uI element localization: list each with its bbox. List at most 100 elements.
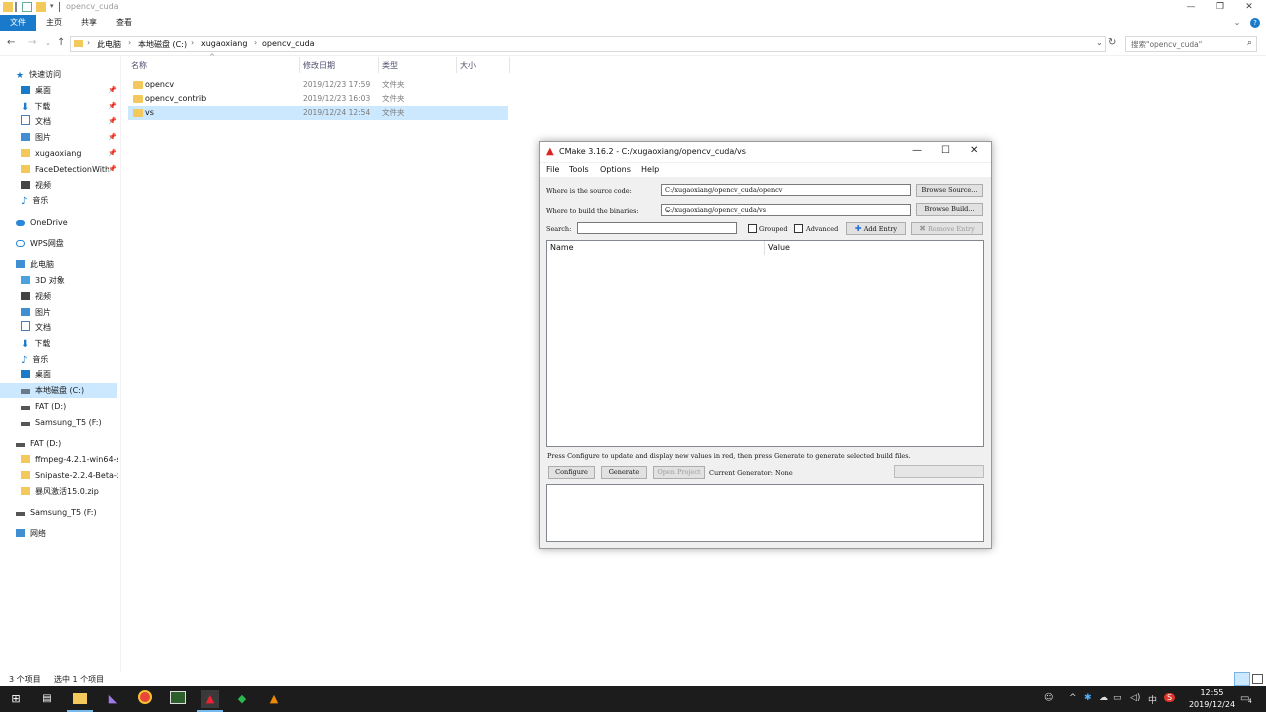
up-icon[interactable]: ↑ [57, 37, 65, 48]
column-separator[interactable] [378, 57, 379, 73]
column-header-name[interactable]: 名称 [131, 60, 147, 71]
nav-quick-xugaoxiang[interactable]: xugaoxiang [21, 146, 81, 161]
menu-tools[interactable]: Tools [569, 165, 589, 174]
back-icon[interactable]: ← [7, 37, 15, 48]
file-row-selected[interactable]: vs 2019/12/24 12:54 文件夹 [128, 106, 508, 120]
open-project-button[interactable]: Open Project [653, 466, 705, 479]
nav-quick-videos[interactable]: 视频 [21, 178, 51, 193]
tab-home[interactable]: 主页 [40, 15, 68, 31]
nav-pc-pictures[interactable]: 图片 [21, 305, 51, 320]
pin-icon[interactable]: 📌 [108, 117, 117, 125]
chevron-right-icon[interactable]: › [128, 38, 131, 47]
nav-quick-music[interactable]: ♪ 音乐 [21, 193, 48, 208]
source-path-input[interactable]: C:/xugaoxiang/opencv_cuda/opencv [661, 184, 911, 196]
nav-wps[interactable]: WPS网盘 [16, 236, 64, 251]
image-viewer-icon[interactable] [169, 690, 187, 708]
chevron-up-icon[interactable]: ^ [1069, 693, 1077, 703]
pin-icon[interactable]: 📌 [108, 133, 117, 141]
breadcrumb-this-pc[interactable]: 此电脑 [97, 39, 121, 50]
vlc-icon[interactable]: ▲ [265, 690, 283, 708]
maximize-button[interactable]: ❐ [1205, 0, 1235, 15]
nav-pc-3d[interactable]: 3D 对象 [21, 273, 65, 288]
generate-button[interactable]: Generate [601, 466, 647, 479]
advanced-checkbox[interactable] [794, 224, 803, 233]
menu-file[interactable]: File [546, 165, 559, 174]
nav-pc-fat[interactable]: FAT (D:) [21, 399, 66, 414]
nav-fat-ffmpeg[interactable]: ffmpeg-4.2.1-win64-s [21, 452, 118, 467]
chevron-right-icon[interactable]: › [254, 38, 257, 47]
nav-fat-zip[interactable]: 暴风激活15.0.zip [21, 484, 99, 499]
nav-samsung[interactable]: Samsung_T5 (F:) [16, 505, 97, 520]
nav-pc-local-disk[interactable]: 本地磁盘 (C:) [0, 383, 117, 398]
clock-time[interactable]: 12:55 [1192, 688, 1232, 697]
tab-file[interactable]: 文件 [0, 15, 36, 31]
refresh-icon[interactable]: ↻ [1108, 37, 1116, 48]
cache-variable-table[interactable]: Name Value [546, 240, 984, 447]
column-separator[interactable] [764, 241, 765, 255]
pin-icon[interactable]: 📌 [108, 149, 117, 157]
volume-icon[interactable]: ◁) [1130, 693, 1140, 703]
chevron-down-icon[interactable]: ⌄ [665, 205, 908, 214]
tab-share[interactable]: 共享 [75, 15, 103, 31]
column-separator[interactable] [299, 57, 300, 73]
nav-quick-documents[interactable]: 文档 [21, 114, 51, 129]
recent-dropdown-icon[interactable]: ⌄ [45, 39, 51, 47]
column-header-date[interactable]: 修改日期 [303, 60, 335, 71]
column-header-name[interactable]: Name [550, 241, 574, 255]
new-folder-icon[interactable] [36, 2, 46, 12]
visual-studio-icon[interactable]: ◣ [104, 690, 122, 708]
pin-icon[interactable]: 📌 [108, 165, 117, 173]
nav-pc-videos[interactable]: 视频 [21, 289, 51, 304]
task-view-icon[interactable]: ▤ [38, 690, 56, 708]
maximize-button[interactable]: ☐ [941, 145, 950, 156]
output-log[interactable] [546, 484, 984, 542]
menu-help[interactable]: Help [641, 165, 659, 174]
person-icon[interactable]: ☺ [1044, 693, 1053, 703]
nav-network[interactable]: 网络 [16, 526, 46, 541]
breadcrumb-xugaoxiang[interactable]: xugaoxiang [201, 39, 247, 48]
expand-ribbon-icon[interactable]: ⌄ [1230, 15, 1244, 31]
nav-fat-drive[interactable]: FAT (D:) [16, 436, 61, 451]
close-button[interactable]: ✕ [1234, 0, 1264, 15]
tab-view[interactable]: 查看 [110, 15, 138, 31]
search-input[interactable]: 搜索"opencv_cuda" ⌕ [1125, 36, 1257, 52]
minimize-button[interactable]: — [912, 145, 922, 156]
large-icons-view-icon[interactable] [1252, 674, 1263, 684]
network-icon[interactable]: ▭ [1113, 693, 1122, 703]
nav-quick-pictures[interactable]: 图片 [21, 130, 51, 145]
column-header-value[interactable]: Value [768, 241, 790, 255]
add-entry-button[interactable]: ✚ Add Entry [846, 222, 906, 235]
breadcrumb-opencv-cuda[interactable]: opencv_cuda [262, 39, 315, 48]
remove-entry-button[interactable]: ✖ Remove Entry [911, 222, 983, 235]
git-icon[interactable]: ◆ [233, 690, 251, 708]
clock-date[interactable]: 2019/12/24 [1186, 700, 1238, 709]
chrome-icon[interactable] [136, 690, 154, 708]
grouped-checkbox[interactable] [748, 224, 757, 233]
address-bar[interactable]: › 此电脑 › 本地磁盘 (C:) › xugaoxiang › opencv_… [70, 36, 1106, 52]
cmake-search-input[interactable] [577, 222, 737, 234]
chevron-right-icon[interactable]: › [87, 38, 90, 47]
app-tray-icon[interactable]: ✱ [1084, 693, 1092, 703]
column-separator[interactable] [456, 57, 457, 73]
nav-quick-desktop[interactable]: 桌面 [21, 83, 51, 98]
nav-pc-documents[interactable]: 文档 [21, 320, 51, 335]
nav-this-pc[interactable]: 此电脑 [16, 257, 54, 272]
start-windows-icon[interactable]: ⊞ [7, 690, 25, 708]
file-row[interactable]: opencv_contrib 2019/12/23 16:03 文件夹 [128, 92, 508, 106]
menu-options[interactable]: Options [600, 165, 631, 174]
column-separator[interactable] [509, 57, 510, 73]
column-header-type[interactable]: 类型 [382, 60, 398, 71]
chevron-right-icon[interactable]: › [191, 38, 194, 47]
minimize-button[interactable]: — [1176, 0, 1206, 15]
address-dropdown-icon[interactable]: ⌄ [1096, 38, 1103, 47]
details-view-icon[interactable] [1234, 672, 1250, 686]
file-explorer-icon[interactable] [71, 690, 89, 708]
cmake-taskbar-icon[interactable]: ▲ [201, 690, 219, 708]
close-button[interactable]: ✕ [970, 145, 978, 156]
column-header-size[interactable]: 大小 [460, 60, 476, 71]
nav-pc-downloads[interactable]: ⬇ 下载 [21, 336, 50, 351]
nav-fat-snipaste[interactable]: Snipaste-2.2.4-Beta-x [21, 468, 118, 483]
pin-icon[interactable]: 📌 [108, 102, 117, 110]
nav-quick-downloads[interactable]: ⬇ 下载 [21, 99, 50, 114]
forward-icon[interactable]: → [28, 37, 36, 48]
